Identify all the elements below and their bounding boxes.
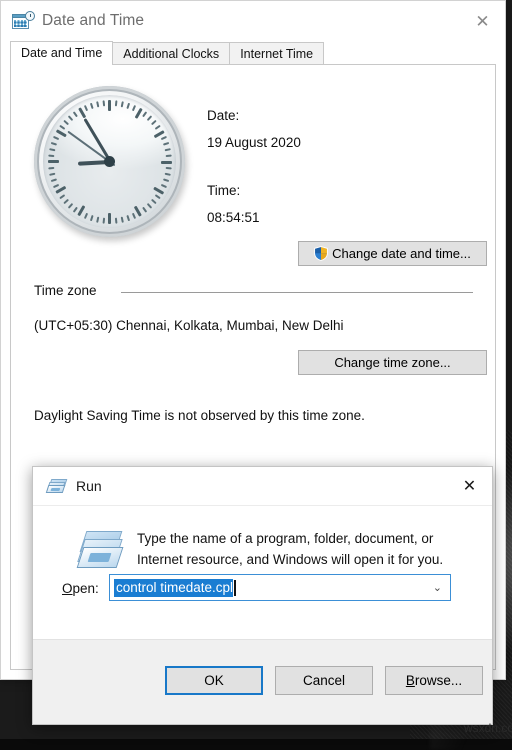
close-icon[interactable]: ✕: [447, 467, 492, 505]
tab-date-and-time[interactable]: Date and Time: [10, 41, 114, 64]
chevron-down-icon[interactable]: ⌄: [433, 575, 442, 600]
browse-button-label-rest: rowse...: [414, 673, 463, 688]
run-content: Type the name of a program, folder, docu…: [33, 506, 492, 641]
run-title: Run: [76, 478, 102, 494]
clock-face: [43, 95, 176, 228]
tab-additional-clocks[interactable]: Additional Clocks: [112, 42, 231, 64]
open-input-value[interactable]: control timedate.cpl: [114, 578, 234, 597]
cancel-button[interactable]: Cancel: [275, 666, 373, 695]
time-value: 08:54:51: [207, 210, 260, 225]
browse-button[interactable]: Browse...: [385, 666, 483, 695]
title-bar: Date and Time ✕: [1, 1, 505, 41]
daylight-saving-note: Daylight Saving Time is not observed by …: [34, 408, 365, 423]
open-label: Open:: [62, 581, 99, 596]
run-button-bar: OK Cancel Browse...: [33, 639, 492, 724]
close-icon[interactable]: ✕: [460, 1, 505, 41]
text-cursor: [234, 579, 236, 596]
ok-button[interactable]: OK: [165, 666, 263, 695]
run-title-bar: Run ✕: [33, 467, 492, 506]
tab-strip: Date and Time Additional Clocks Internet…: [10, 41, 496, 64]
uac-shield-icon: [314, 246, 328, 261]
date-value: 19 August 2020: [207, 135, 301, 150]
run-window-icon-large: [76, 531, 126, 569]
run-description: Type the name of a program, folder, docu…: [137, 531, 444, 567]
open-combobox[interactable]: control timedate.cpl ⌄: [109, 574, 451, 601]
time-label: Time:: [207, 183, 241, 198]
analog-clock: [34, 86, 185, 237]
browse-button-accelerator: B: [405, 673, 415, 688]
change-date-and-time-button[interactable]: Change date and time...: [298, 241, 487, 266]
tab-internet-time[interactable]: Internet Time: [229, 42, 325, 64]
timezone-group-label: Time zone: [34, 283, 103, 298]
open-label-accelerator: O: [62, 581, 73, 596]
timezone-group-divider: [121, 292, 473, 293]
date-label: Date:: [207, 108, 240, 123]
change-time-zone-button-label: Change time zone...: [334, 355, 451, 370]
clock-center-pin: [104, 156, 115, 167]
active-tab-underline-gap: [11, 64, 113, 65]
date-time-calendar-clock-icon: [12, 11, 35, 31]
open-label-rest: pen:: [72, 581, 99, 596]
change-date-and-time-button-label: Change date and time...: [332, 246, 471, 261]
run-dialog: Run ✕ Type the name of a program, folder…: [32, 466, 493, 725]
timezone-value: (UTC+05:30) Chennai, Kolkata, Mumbai, Ne…: [34, 318, 344, 333]
watermark: wsxdn.co: [463, 721, 512, 735]
change-time-zone-button[interactable]: Change time zone...: [298, 350, 487, 375]
run-window-icon: [45, 478, 67, 494]
window-title: Date and Time: [42, 12, 145, 29]
